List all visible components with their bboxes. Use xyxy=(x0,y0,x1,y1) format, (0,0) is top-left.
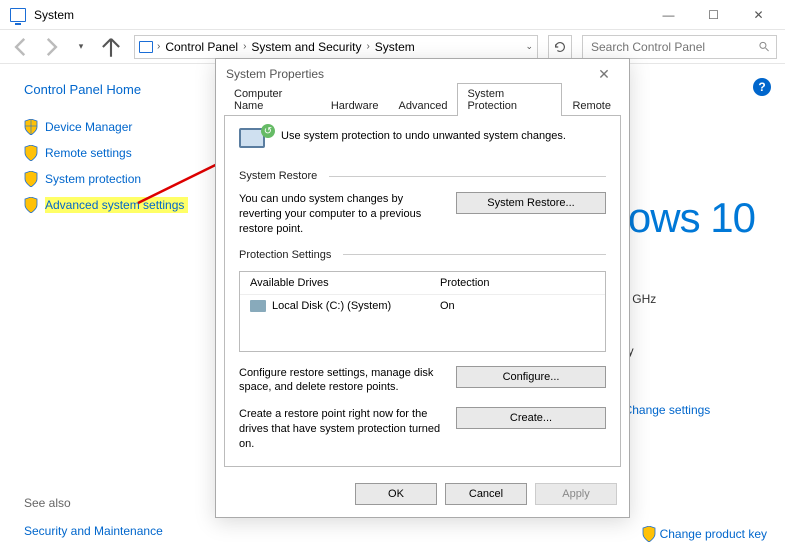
cancel-button[interactable]: Cancel xyxy=(445,483,527,505)
chevron-right-icon[interactable]: › xyxy=(157,41,160,52)
help-icon[interactable]: ? xyxy=(753,78,771,96)
see-also: See also Security and Maintenance xyxy=(24,496,163,538)
security-maintenance-link[interactable]: Security and Maintenance xyxy=(24,524,163,538)
tab-hardware[interactable]: Hardware xyxy=(321,95,389,116)
intro-text: Use system protection to undo unwanted s… xyxy=(281,128,566,142)
sidebar-item-advanced-settings[interactable]: Advanced system settings xyxy=(24,197,210,213)
drive-status: On xyxy=(440,300,455,312)
drive-icon xyxy=(250,300,266,312)
see-also-header: See also xyxy=(24,496,163,510)
dialog-close-button[interactable]: ✕ xyxy=(589,66,619,83)
system-properties-dialog: System Properties ✕ Computer Name Hardwa… xyxy=(215,58,630,518)
tab-advanced[interactable]: Advanced xyxy=(389,95,458,116)
system-restore-icon: ↺ xyxy=(239,128,271,156)
col-available-drives: Available Drives xyxy=(250,277,440,289)
up-button[interactable] xyxy=(98,34,124,60)
minimize-button[interactable]: — xyxy=(646,1,691,29)
restore-text: You can undo system changes by reverting… xyxy=(239,192,442,237)
window-title: System xyxy=(34,8,74,22)
sidebar-item-device-manager[interactable]: Device Manager xyxy=(24,119,210,135)
chevron-down-icon[interactable]: ⌄ xyxy=(525,41,533,52)
create-text: Create a restore point right now for the… xyxy=(239,407,442,452)
dialog-tabs: Computer Name Hardware Advanced System P… xyxy=(216,89,629,115)
system-restore-button[interactable]: System Restore... xyxy=(456,192,606,214)
crumb-system[interactable]: System xyxy=(372,40,418,54)
search-box[interactable] xyxy=(582,35,777,59)
crumb-system-security[interactable]: System and Security xyxy=(248,40,364,54)
apply-button[interactable]: Apply xyxy=(535,483,617,505)
configure-text: Configure restore settings, manage disk … xyxy=(239,366,442,396)
product-key-label: Change product key xyxy=(660,527,767,541)
tab-system-protection[interactable]: System Protection xyxy=(457,83,562,116)
sidebar-item-remote-settings[interactable]: Remote settings xyxy=(24,145,210,161)
chevron-right-icon[interactable]: › xyxy=(366,41,369,52)
maximize-button[interactable]: ☐ xyxy=(691,1,736,29)
sidebar-item-label: Advanced system settings xyxy=(45,197,188,213)
group-protection-settings: Protection Settings xyxy=(239,249,331,261)
control-panel-home-link[interactable]: Control Panel Home xyxy=(24,82,210,97)
tab-remote[interactable]: Remote xyxy=(562,95,621,116)
crumb-control-panel[interactable]: Control Panel xyxy=(162,40,241,54)
intro-row: ↺ Use system protection to undo unwanted… xyxy=(239,128,606,156)
configure-button[interactable]: Configure... xyxy=(456,366,606,388)
breadcrumb[interactable]: › Control Panel › System and Security › … xyxy=(134,35,538,59)
table-header: Available Drives Protection xyxy=(240,272,605,294)
dialog-title: System Properties xyxy=(226,67,324,81)
forward-button[interactable] xyxy=(38,34,64,60)
shield-icon xyxy=(24,145,38,161)
tab-panel: ↺ Use system protection to undo unwanted… xyxy=(224,115,621,467)
search-icon xyxy=(758,40,770,53)
col-protection: Protection xyxy=(440,277,490,289)
dialog-buttons: OK Cancel Apply xyxy=(216,475,629,517)
monitor-icon xyxy=(139,41,153,53)
create-button[interactable]: Create... xyxy=(456,407,606,429)
drive-name: Local Disk (C:) (System) xyxy=(272,300,391,312)
sidebar-item-label: System protection xyxy=(45,172,141,186)
recent-dropdown[interactable]: ▾ xyxy=(68,34,94,60)
shield-icon xyxy=(24,119,38,135)
sidebar: Control Panel Home Device Manager Remote… xyxy=(0,64,210,554)
search-input[interactable] xyxy=(589,39,758,55)
table-row[interactable]: Local Disk (C:) (System) On xyxy=(240,294,605,317)
change-product-key-link[interactable]: Change product key xyxy=(642,526,767,542)
close-button[interactable]: ✕ xyxy=(736,1,781,29)
tab-computer-name[interactable]: Computer Name xyxy=(224,83,321,116)
sidebar-item-label: Remote settings xyxy=(45,146,132,160)
titlebar: System — ☐ ✕ xyxy=(0,0,785,30)
change-settings-label: Change settings xyxy=(624,403,711,417)
system-icon xyxy=(10,8,26,22)
sidebar-item-label: Device Manager xyxy=(45,120,132,134)
chevron-right-icon[interactable]: › xyxy=(243,41,246,52)
ok-button[interactable]: OK xyxy=(355,483,437,505)
refresh-button[interactable] xyxy=(548,35,572,59)
drives-table: Available Drives Protection Local Disk (… xyxy=(239,271,606,352)
shield-icon xyxy=(24,197,38,213)
shield-icon xyxy=(642,526,656,542)
shield-icon xyxy=(24,171,38,187)
back-button[interactable] xyxy=(8,34,34,60)
group-system-restore: System Restore xyxy=(239,170,317,182)
sidebar-item-system-protection[interactable]: System protection xyxy=(24,171,210,187)
